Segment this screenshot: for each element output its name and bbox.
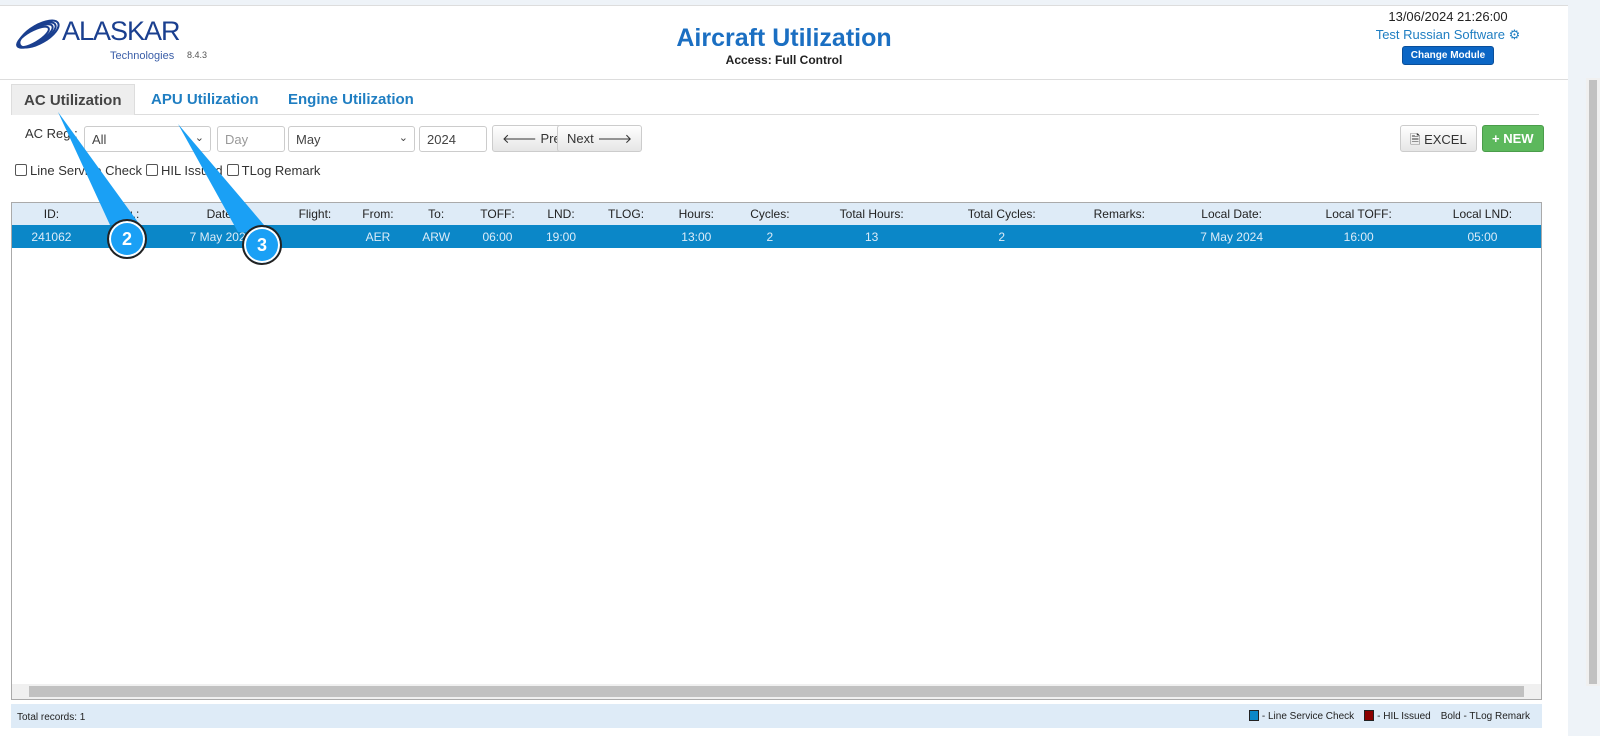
- arrow-right-icon: 🡒: [597, 131, 633, 146]
- utilization-grid: ID: Reg.: Date: Flight: From: To: TOFF: LND: TLO…: [11, 202, 1542, 700]
- gear-icon[interactable]: ⚙: [1509, 27, 1521, 42]
- new-button[interactable]: + NEW: [1482, 125, 1544, 152]
- table-cell: 13: [808, 225, 935, 248]
- column-header[interactable]: Remarks:: [1068, 203, 1170, 225]
- column-header[interactable]: To:: [408, 203, 464, 225]
- filter-bar: AC Reg.: All ⌄ Day May ⌄ 2024 🡐 Prev Next …: [14, 124, 1554, 154]
- new-label: NEW: [1503, 131, 1534, 146]
- column-header[interactable]: Total Hours:: [808, 203, 935, 225]
- column-header[interactable]: Local TOFF:: [1293, 203, 1424, 225]
- total-records: Total records: 1: [17, 712, 86, 723]
- grid-footer: Total records: 1 - Line Service Check - …: [11, 704, 1542, 728]
- filter-checkboxes: Line Service Check HIL Issued TLog Remar…: [15, 163, 320, 178]
- tab-engine-utilization[interactable]: Engine Utilization: [276, 84, 426, 115]
- legend-tlog-remark: Bold - TLog Remark: [1440, 710, 1530, 722]
- column-header[interactable]: Cycles:: [731, 203, 809, 225]
- month-select[interactable]: May ⌄: [288, 126, 415, 152]
- legend: - Line Service Check - HIL Issued Bold -…: [1248, 710, 1530, 722]
- column-header[interactable]: Total Cycles:: [934, 203, 1069, 225]
- day-input[interactable]: Day: [217, 126, 285, 152]
- line-service-check-checkbox[interactable]: Line Service Check: [15, 163, 142, 178]
- column-header[interactable]: Flight:: [282, 203, 348, 225]
- plus-icon: +: [1492, 131, 1500, 146]
- user-name[interactable]: Test Russian Software: [1376, 27, 1505, 42]
- table-cell: ARW: [408, 225, 464, 248]
- tlog-remark-checkbox[interactable]: TLog Remark: [226, 163, 320, 178]
- ac-reg-select[interactable]: All ⌄: [84, 126, 211, 152]
- column-header[interactable]: Date:: [159, 203, 283, 225]
- column-header[interactable]: Hours:: [661, 203, 732, 225]
- table-cell: 241062: [12, 225, 91, 248]
- table-cell: 19:00: [531, 225, 591, 248]
- datetime: 13/06/2024 21:26:00: [1388, 9, 1508, 24]
- page-title: Aircraft Utilization: [676, 24, 892, 52]
- ac-reg-value: All: [92, 132, 107, 147]
- table-cell: 13:00: [661, 225, 732, 248]
- header: ALASKAR Technologies 8.4.3 Aircraft Util…: [0, 6, 1568, 80]
- excel-button[interactable]: 🗎 EXCEL: [1400, 125, 1477, 152]
- table-cell: AER: [347, 225, 409, 248]
- table-cell: 06:00: [463, 225, 532, 248]
- horizontal-scrollbar[interactable]: [12, 684, 1541, 699]
- vertical-scrollbar[interactable]: [1586, 78, 1600, 686]
- column-header[interactable]: TOFF:: [463, 203, 532, 225]
- app-window: ALASKAR Technologies 8.4.3 Aircraft Util…: [0, 5, 1568, 736]
- tab-ac-utilization[interactable]: AC Utilization: [11, 84, 135, 115]
- column-header[interactable]: Local Date:: [1169, 203, 1294, 225]
- column-header[interactable]: From:: [347, 203, 409, 225]
- column-header[interactable]: Local LND:: [1423, 203, 1541, 225]
- table-cell: 2: [934, 225, 1069, 248]
- next-label: Next: [567, 131, 594, 146]
- next-button[interactable]: Next 🡒: [557, 125, 643, 152]
- chevron-down-icon: ⌄: [194, 132, 204, 144]
- month-value: May: [296, 132, 321, 147]
- legend-hil-issued: - HIL Issued: [1364, 710, 1431, 722]
- tab-apu-utilization[interactable]: APU Utilization: [139, 84, 271, 115]
- callout-2: 2: [107, 219, 147, 259]
- table-cell: 2: [731, 225, 809, 248]
- excel-label: EXCEL: [1424, 132, 1467, 147]
- ac-reg-label: AC Reg.:: [25, 126, 78, 141]
- year-input[interactable]: 2024: [419, 126, 487, 152]
- excel-file-icon: 🗎: [1410, 132, 1421, 147]
- callout-3: 3: [242, 225, 282, 265]
- column-header[interactable]: TLOG:: [590, 203, 662, 225]
- change-module-button[interactable]: Change Module: [1401, 46, 1495, 65]
- column-header[interactable]: ID:: [12, 203, 91, 225]
- table-cell: 16:00: [1293, 225, 1424, 248]
- chevron-down-icon: ⌄: [398, 132, 408, 144]
- access-level: Access: Full Control: [725, 53, 843, 67]
- table-cell: [282, 225, 348, 248]
- tab-bar: AC Utilization APU Utilization Engine Ut…: [11, 84, 1539, 115]
- legend-line-service-check: - Line Service Check: [1248, 710, 1354, 722]
- table-header: ID: Reg.: Date: Flight: From: To: TOFF: LND: TLO…: [12, 203, 1541, 225]
- table-cell: 05:00: [1423, 225, 1541, 248]
- user-link[interactable]: Test Russian Software ⚙: [1358, 27, 1538, 43]
- table-cell: [590, 225, 662, 248]
- table-cell: [1068, 225, 1170, 248]
- table-cell: 7 May 2024: [1169, 225, 1294, 248]
- hil-issued-checkbox[interactable]: HIL Issued: [146, 163, 223, 178]
- column-header[interactable]: LND:: [531, 203, 591, 225]
- arrow-left-icon: 🡐: [502, 131, 537, 146]
